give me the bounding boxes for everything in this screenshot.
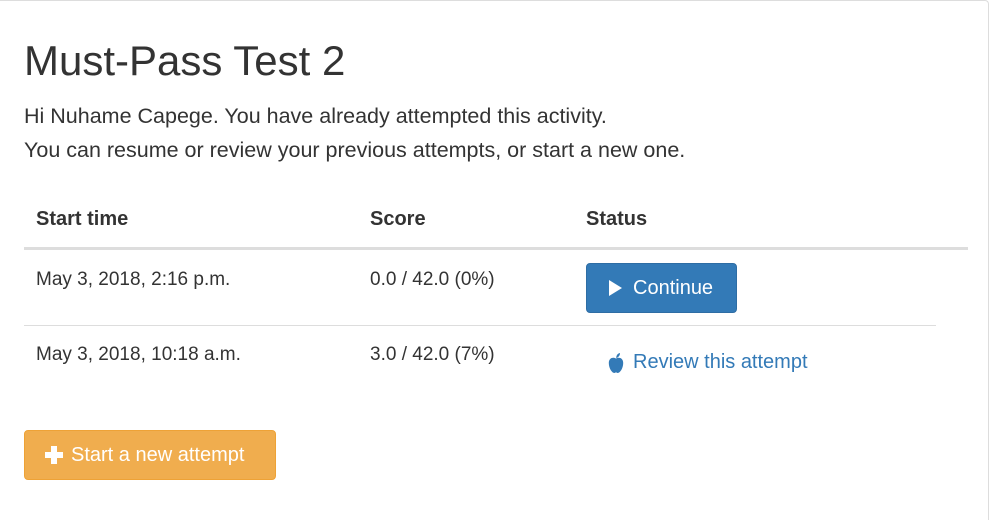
continue-button-label: Continue	[633, 276, 714, 299]
attempt-start-time: May 3, 2018, 10:18 a.m.	[36, 344, 241, 365]
column-header-score: Score	[370, 208, 426, 230]
column-header-status: Status	[586, 208, 648, 230]
intro-text: Hi Nuhame Capege. You have already attem…	[24, 99, 685, 167]
page-title: Must-Pass Test 2	[24, 37, 346, 84]
review-attempt-link[interactable]: Review this attempt	[607, 351, 808, 374]
review-attempt-label: Review this attempt	[633, 351, 808, 373]
apple-icon	[608, 352, 624, 373]
continue-button[interactable]: Continue	[586, 263, 737, 313]
column-header-start-time: Start time	[36, 208, 129, 230]
attempt-score: 3.0 / 42.0 (7%)	[370, 344, 495, 365]
attempt-score: 0.0 / 42.0 (0%)	[370, 269, 495, 290]
start-new-attempt-button[interactable]: Start a new attempt	[24, 430, 276, 480]
intro-instructions: You can resume or review your previous a…	[24, 138, 686, 162]
attempts-panel: Must-Pass Test 2 Hi Nuhame Capege. You h…	[0, 0, 989, 520]
table-row-divider	[24, 325, 936, 326]
table-header-divider	[24, 247, 968, 250]
intro-greeting: Hi Nuhame Capege. You have already attem…	[24, 104, 607, 128]
play-icon	[609, 280, 622, 296]
plus-icon	[45, 446, 63, 464]
start-new-attempt-label: Start a new attempt	[71, 443, 245, 466]
attempt-start-time: May 3, 2018, 2:16 p.m.	[36, 269, 231, 290]
